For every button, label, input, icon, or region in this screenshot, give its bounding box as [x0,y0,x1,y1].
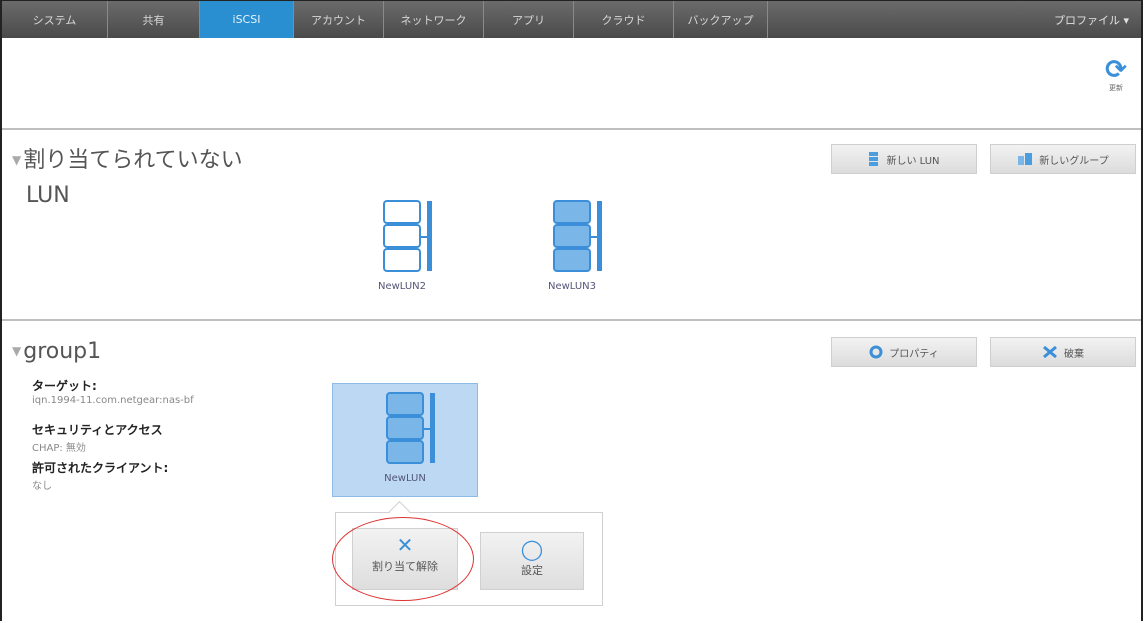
tab-cloud[interactable]: クラウド [574,1,674,38]
target-value: iqn.1994-11.com.netgear:nas-bf [32,395,194,406]
refresh-icon: ⟳ [1105,55,1127,85]
new-lun-button[interactable]: 新しい LUN [831,144,977,174]
collapse-triangle-icon[interactable]: ▼ [12,344,21,358]
unassign-label: 割り当て解除 [372,560,438,573]
new-group-label: 新しいグループ [1039,155,1109,167]
settings-button[interactable]: ◯ 設定 [480,532,584,590]
new-group-button[interactable]: 新しいグループ [990,144,1136,174]
lun-icon [386,392,435,464]
security-label: セキュリティとアクセス [32,423,163,437]
new-group-icon [1018,153,1033,165]
profile-menu[interactable]: プロファイル ▾ [1054,1,1141,38]
lun-name-label: NewLUN2 [377,281,427,292]
tab-network[interactable]: ネットワーク [384,1,484,38]
tab-iscsi[interactable]: iSCSI [200,1,294,38]
lun-item-newlun[interactable]: NewLUN [357,391,453,484]
delete-label: 破棄 [1064,348,1084,360]
refresh-button[interactable]: ⟳ 更新 [1103,57,1129,93]
security-value: CHAP: 無効 [32,443,86,454]
divider-middle [2,319,1141,321]
destroy-icon [1043,345,1057,359]
top-nav: システム 共有 iSCSI アカウント ネットワーク アプリ クラウド バックア… [2,1,1141,38]
clients-value: なし [32,481,52,492]
divider-top [2,128,1141,130]
gear-icon [869,345,883,359]
group-section-title: ▼group1 [12,339,102,364]
tab-apps[interactable]: アプリ [484,1,574,38]
unassigned-section-subtitle: LUN [26,183,70,208]
settings-label: 設定 [521,564,543,577]
new-lun-icon [869,152,879,166]
properties-label: プロパティ [889,348,939,360]
tab-backup[interactable]: バックアップ [674,1,768,38]
unassigned-section-title: ▼割り当てられていない [12,148,243,173]
app-window: システム 共有 iSCSI アカウント ネットワーク アプリ クラウド バックア… [0,0,1143,621]
unassign-icon: ✕ [396,533,414,557]
target-label: ターゲット: [32,379,97,393]
collapse-triangle-icon[interactable]: ▼ [12,153,21,167]
lun-icon [553,200,602,272]
lun-name-label: NewLUN3 [547,281,597,292]
new-lun-label: 新しい LUN [886,155,940,167]
lun-icon [383,200,432,272]
group-delete-button[interactable]: 破棄 [990,337,1136,367]
clients-label: 許可されたクライアント: [32,461,169,475]
tab-system[interactable]: システム [2,1,108,38]
lun-item-newlun2[interactable]: NewLUN2 [354,199,450,292]
group-properties-button[interactable]: プロパティ [831,337,977,367]
settings-icon: ◯ [520,537,544,561]
lun-item-newlun3[interactable]: NewLUN3 [524,199,620,292]
tab-accounts[interactable]: アカウント [294,1,384,38]
tab-shares[interactable]: 共有 [108,1,200,38]
lun-name-label: NewLUN [384,473,426,484]
unassign-button[interactable]: ✕ 割り当て解除 [352,528,458,590]
